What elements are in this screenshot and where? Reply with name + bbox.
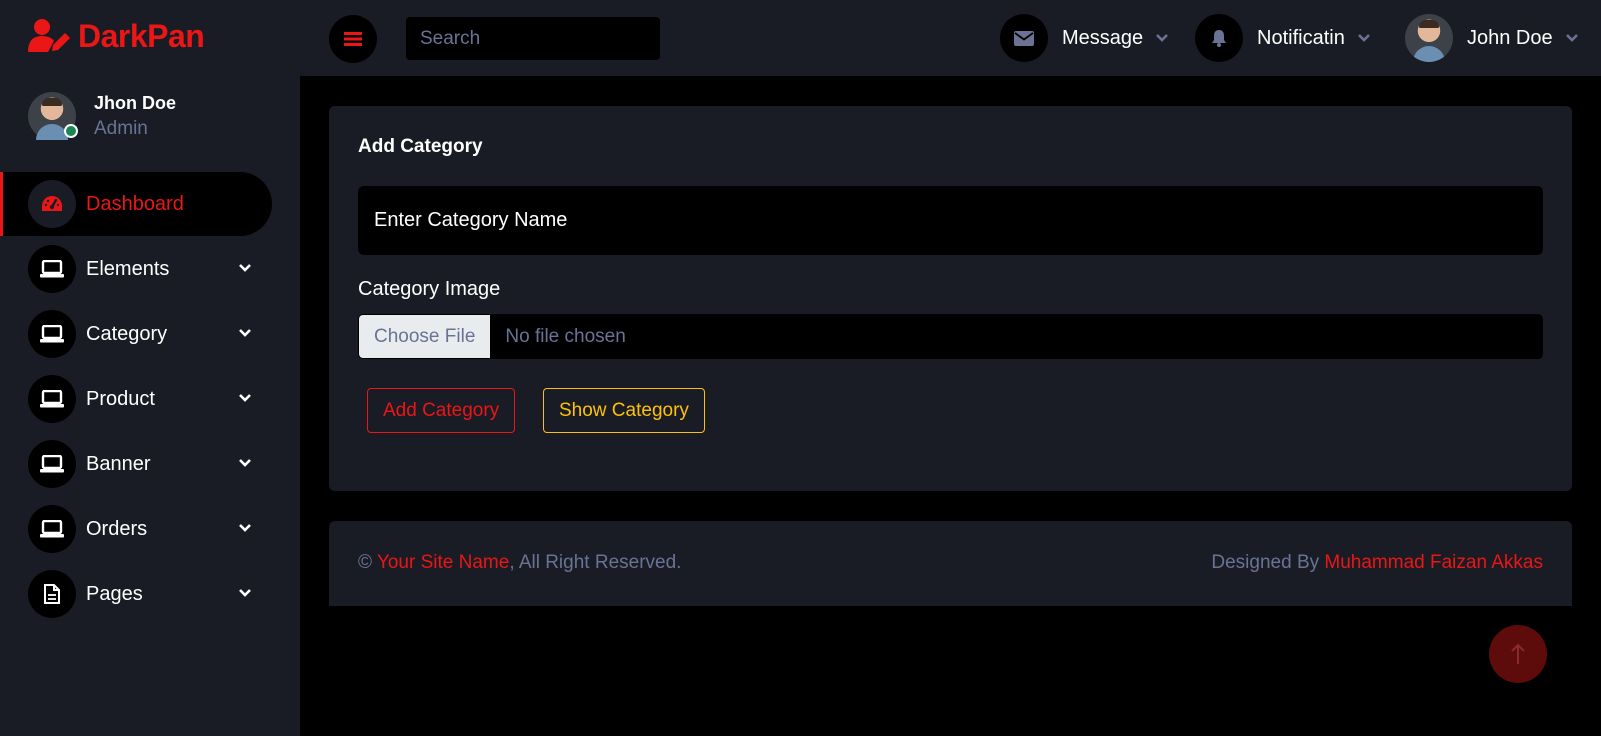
chevron-down-icon	[239, 589, 251, 597]
sidebar-item-dashboard[interactable]: Dashboard	[0, 172, 272, 236]
chevron-down-icon	[239, 264, 251, 272]
designer-link[interactable]: Muhammad Faizan Akkas	[1324, 552, 1543, 573]
sidebar-item-category[interactable]: Category	[0, 302, 300, 366]
footer-copyright: © Your Site Name, All Right Reserved.	[358, 552, 681, 574]
sidebar-item-label: Pages	[86, 582, 143, 605]
chevron-down-icon	[1565, 34, 1578, 42]
add-category-card: Add Category Category Image Choose File …	[329, 106, 1572, 491]
notifications-dropdown[interactable]: Notificatin	[1195, 14, 1371, 62]
sidebar-item-label: Category	[86, 322, 168, 345]
chevron-down-icon	[239, 524, 251, 532]
sidebar-item-pages[interactable]: Pages	[0, 562, 300, 626]
arrow-up-icon	[1511, 643, 1525, 664]
brand-logo[interactable]: DarkPan	[28, 16, 205, 56]
category-image-file-input[interactable]: Choose File No file chosen	[358, 314, 1543, 359]
choose-file-button[interactable]: Choose File	[359, 315, 491, 358]
avatar	[1405, 14, 1453, 62]
sidebar-item-label: Orders	[86, 517, 148, 540]
sidebar-item-label: Elements	[86, 257, 170, 280]
sidebar: DarkPan Jhon Doe Admin Dashboard Element…	[0, 0, 300, 736]
sidebar-item-orders[interactable]: Orders	[0, 497, 300, 561]
sidebar-item-label: Dashboard	[86, 192, 184, 215]
footer: © Your Site Name, All Right Reserved. De…	[329, 521, 1572, 606]
laptop-icon	[28, 440, 76, 488]
file-icon	[28, 570, 76, 618]
sidebar-item-banner[interactable]: Banner	[0, 432, 300, 496]
bars-icon	[344, 32, 362, 46]
sidebar-item-elements[interactable]: Elements	[0, 237, 300, 301]
envelope-icon	[1000, 14, 1048, 62]
category-name-input[interactable]	[358, 186, 1543, 255]
sidebar-item-label: Product	[86, 387, 155, 410]
sidebar-item-label: Banner	[86, 452, 151, 475]
chevron-down-icon	[1156, 34, 1169, 42]
laptop-icon	[28, 310, 76, 358]
sidebar-toggle-button[interactable]	[329, 15, 377, 63]
rights-text: , All Right Reserved.	[509, 552, 682, 573]
site-name-link[interactable]: Your Site Name	[377, 552, 509, 573]
topbar: Message Notificatin John Doe	[300, 0, 1601, 76]
chevron-down-icon	[239, 459, 251, 467]
chevron-down-icon	[1357, 34, 1370, 42]
copyright-symbol: ©	[358, 552, 372, 573]
avatar	[28, 92, 78, 140]
sidebar-item-product[interactable]: Product	[0, 367, 300, 431]
laptop-icon	[28, 505, 76, 553]
user-name-label: John Doe	[1467, 26, 1553, 49]
search-input[interactable]	[406, 17, 660, 60]
user-menu-dropdown[interactable]: John Doe	[1405, 14, 1579, 62]
online-status-dot	[64, 124, 78, 138]
show-category-button[interactable]: Show Category	[543, 388, 705, 433]
bell-icon	[1195, 14, 1243, 62]
footer-credits: Designed By Muhammad Faizan Akkas	[1211, 552, 1543, 574]
user-edit-icon	[28, 19, 70, 52]
sidebar-nav: Dashboard Elements Category Product Bann…	[0, 172, 300, 627]
messages-label: Message	[1062, 26, 1144, 49]
add-category-button[interactable]: Add Category	[367, 388, 516, 433]
laptop-icon	[28, 375, 76, 423]
card-title: Add Category	[358, 136, 483, 157]
designed-by-text: Designed By	[1211, 552, 1320, 573]
laptop-icon	[28, 245, 76, 293]
profile-name: Jhon Doe	[94, 92, 177, 113]
category-image-label: Category Image	[358, 278, 501, 300]
chevron-down-icon	[239, 329, 251, 337]
back-to-top-button[interactable]	[1489, 625, 1547, 683]
notifications-label: Notificatin	[1257, 26, 1345, 49]
chevron-down-icon	[239, 394, 251, 402]
tachometer-icon	[28, 180, 76, 228]
sidebar-profile: Jhon Doe Admin	[28, 92, 176, 140]
profile-role: Admin	[94, 117, 148, 139]
file-status-text: No file chosen	[505, 325, 626, 347]
brand-name: DarkPan	[78, 17, 205, 54]
messages-dropdown[interactable]: Message	[1000, 14, 1169, 62]
